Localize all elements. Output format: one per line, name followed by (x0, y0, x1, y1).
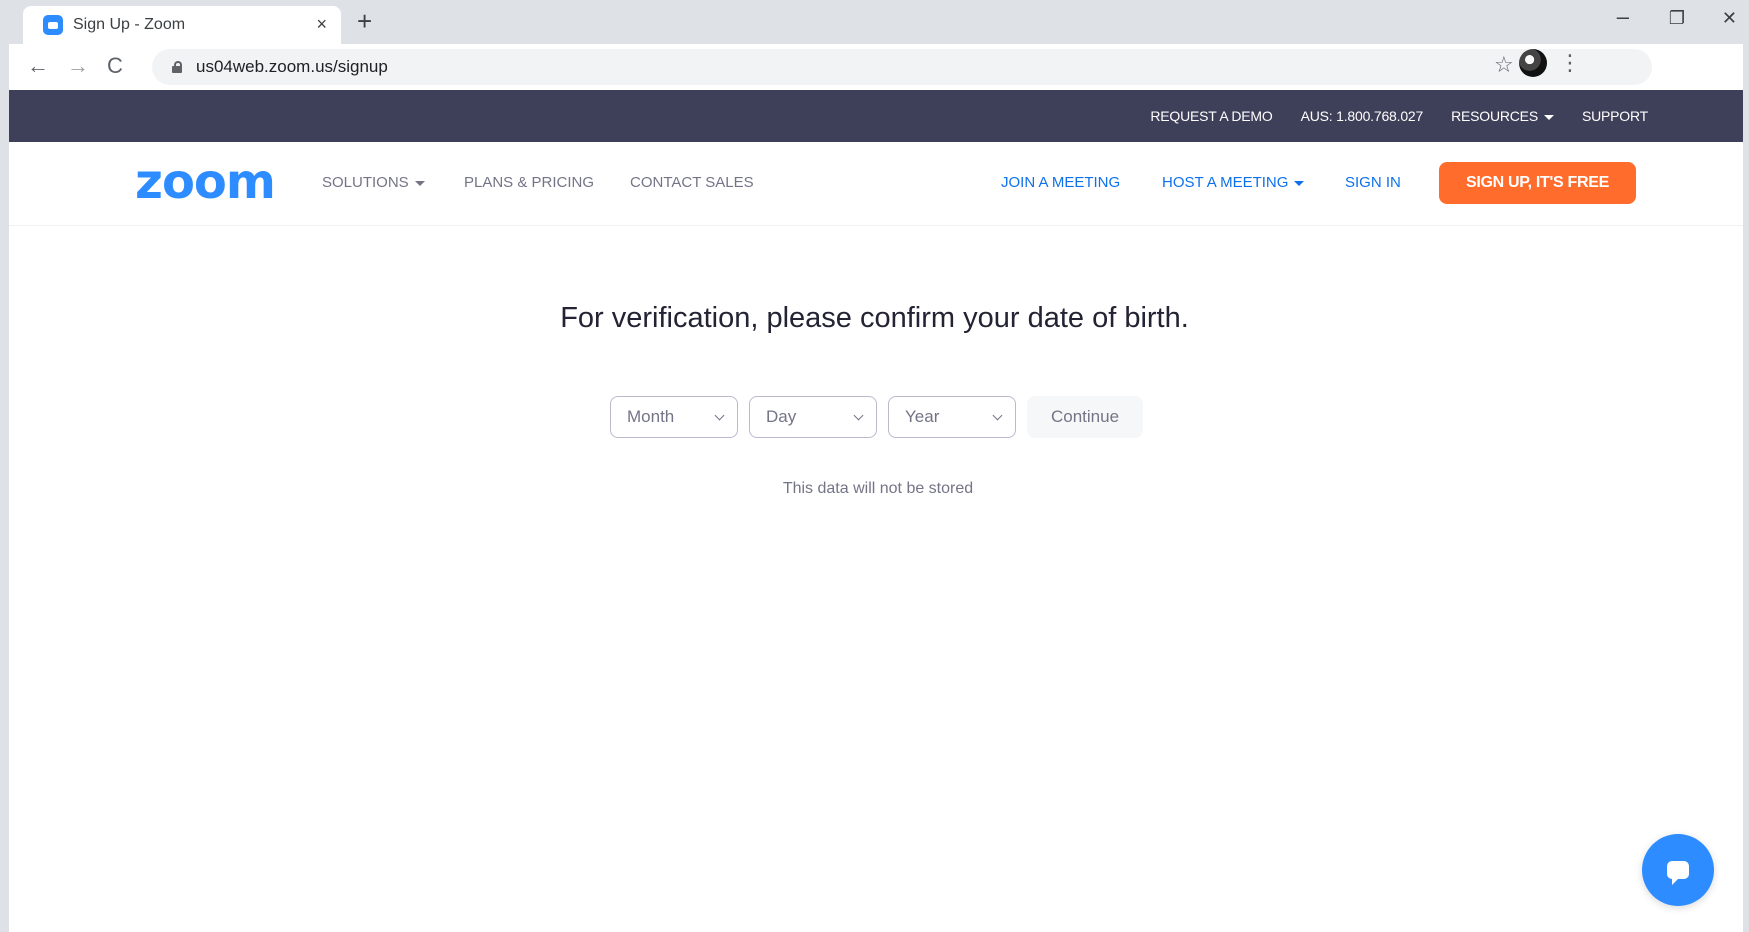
page-title: For verification, please confirm your da… (560, 302, 1189, 334)
phone-link[interactable]: AUS: 1.800.768.027 (1301, 108, 1424, 124)
resources-label: RESOURCES (1451, 108, 1538, 124)
request-demo-link[interactable]: REQUEST A DEMO (1150, 108, 1272, 124)
plans-pricing-link[interactable]: PLANS & PRICING (464, 174, 594, 191)
new-tab-icon[interactable]: + (357, 8, 372, 34)
support-link[interactable]: SUPPORT (1582, 108, 1648, 124)
solutions-label: SOLUTIONS (322, 174, 409, 191)
close-window-icon[interactable]: ✕ (1722, 8, 1737, 29)
caret-down-icon (1294, 180, 1305, 186)
zoom-logo[interactable]: zoom (135, 154, 276, 210)
contact-sales-link[interactable]: CONTACT SALES (630, 174, 754, 191)
chat-bubble-icon (1667, 861, 1689, 885)
month-select-value: Month (627, 407, 675, 426)
url-text[interactable]: us04web.zoom.us/signup (196, 57, 388, 77)
caret-down-icon (414, 180, 425, 186)
join-meeting-link[interactable]: JOIN A MEETING (1001, 174, 1120, 191)
dob-form: Month Day Year Continue (610, 396, 1143, 438)
browser-address-bar: ← → C us04web.zoom.us/signup ☆ ⋮ (9, 44, 1743, 90)
caret-down-icon (1543, 114, 1554, 120)
chevron-down-icon (992, 410, 1003, 420)
day-select[interactable]: Day (749, 396, 877, 438)
window-left-edge (0, 0, 9, 932)
sign-in-link[interactable]: SIGN IN (1345, 174, 1401, 191)
solutions-menu[interactable]: SOLUTIONS (322, 174, 425, 191)
back-arrow-icon[interactable]: ← (27, 53, 49, 79)
privacy-note: This data will not be stored (782, 480, 974, 497)
zoom-top-bar: REQUEST A DEMO AUS: 1.800.768.027 RESOUR… (9, 90, 1743, 142)
tab-close-icon[interactable]: × (316, 14, 327, 35)
year-select-value: Year (905, 407, 940, 426)
minimize-icon[interactable]: – (1617, 4, 1629, 30)
month-select[interactable]: Month (610, 396, 738, 438)
chevron-down-icon (853, 410, 864, 420)
url-omnibox[interactable]: us04web.zoom.us/signup (152, 49, 1652, 85)
browser-tab[interactable]: Sign Up - Zoom × (23, 6, 341, 44)
host-meeting-menu[interactable]: HOST A MEETING (1162, 174, 1305, 191)
day-select-value: Day (766, 407, 797, 426)
continue-button[interactable]: Continue (1027, 396, 1143, 438)
resources-menu[interactable]: RESOURCES (1451, 108, 1554, 124)
sign-up-free-button[interactable]: SIGN UP, IT'S FREE (1439, 162, 1636, 204)
window-right-edge (1743, 0, 1749, 932)
host-meeting-label: HOST A MEETING (1162, 174, 1289, 191)
zoom-favicon-icon (43, 15, 63, 35)
forward-arrow-icon[interactable]: → (67, 53, 89, 79)
browser-tab-bar: Sign Up - Zoom × + – ❐ ✕ (9, 0, 1743, 44)
restore-icon[interactable]: ❐ (1669, 8, 1685, 29)
browser-menu-icon[interactable]: ⋮ (1559, 50, 1581, 76)
chat-support-button[interactable] (1642, 834, 1714, 906)
chevron-down-icon (714, 410, 725, 420)
tab-title: Sign Up - Zoom (73, 16, 186, 33)
bookmark-star-icon[interactable]: ☆ (1494, 52, 1514, 78)
zoom-main-nav: zoom SOLUTIONS PLANS & PRICING CONTACT S… (9, 142, 1743, 226)
lock-icon[interactable] (172, 61, 182, 73)
profile-avatar-icon[interactable] (1519, 49, 1547, 77)
reload-icon[interactable]: C (107, 53, 123, 79)
year-select[interactable]: Year (888, 396, 1016, 438)
